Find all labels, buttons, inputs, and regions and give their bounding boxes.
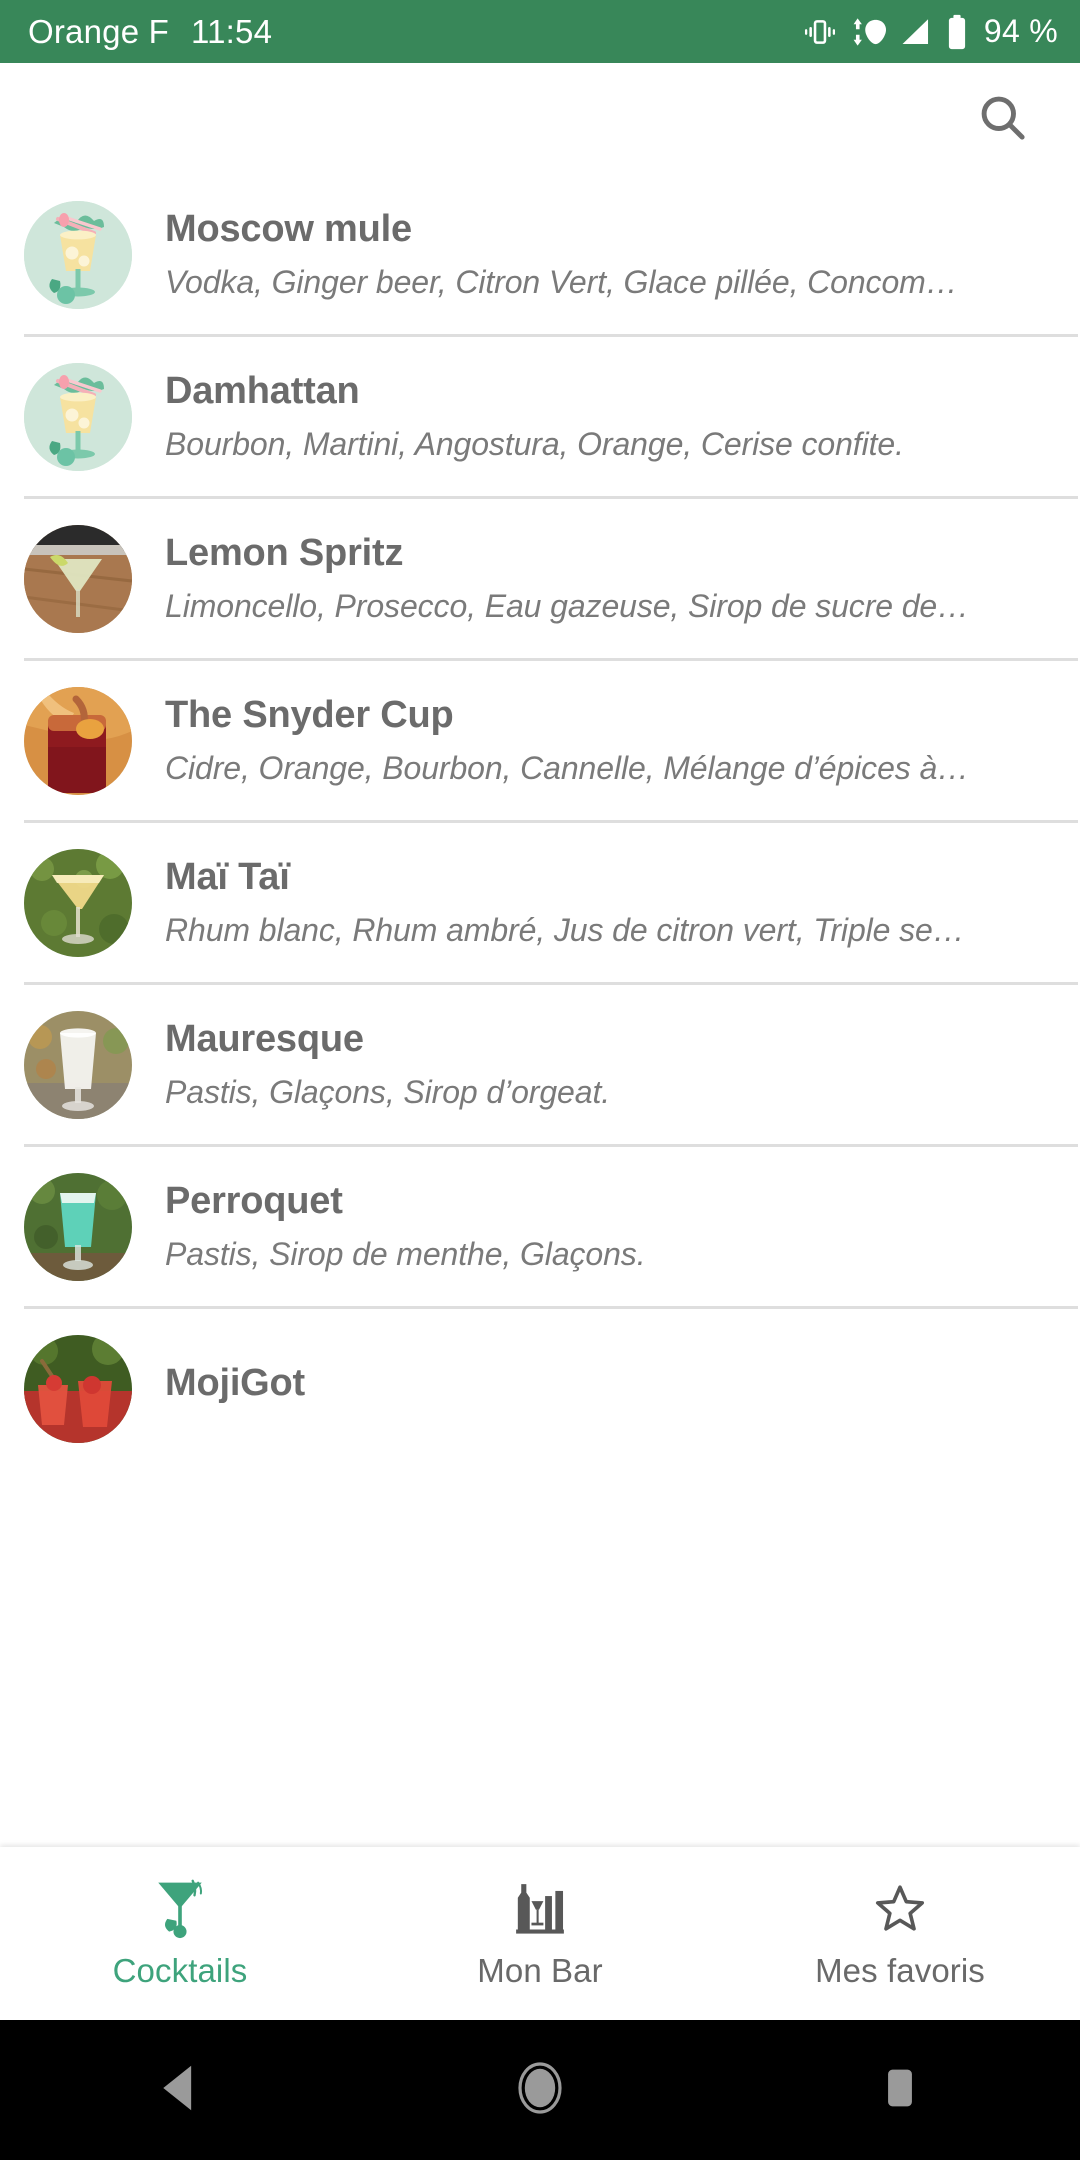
cocktail-ingredients: Limoncello, Prosecco, Eau gazeuse, Sirop… [165,588,970,625]
cocktail-thumbnail [24,1334,132,1443]
home-icon [516,2060,564,2121]
nav-tab-mon-bar[interactable]: Mon Bar [360,1847,720,2020]
list-item[interactable]: Maï Taï Rhum blanc, Rhum ambré, Jus de c… [0,823,1080,982]
cocktail-ingredients: Vodka, Ginger beer, Citron Vert, Glace p… [165,264,958,301]
home-button[interactable] [360,2020,720,2160]
cocktail-name: Moscow mule [165,207,412,250]
cocktail-ingredients: Pastis, Glaçons, Sirop d’orgeat. [165,1074,611,1111]
cocktail-list[interactable]: Moscow mule Vodka, Ginger beer, Citron V… [0,175,1080,1847]
cocktail-name: Lemon Spritz [165,531,404,574]
clock-label: 11:54 [191,12,273,50]
cocktail-ingredients: Pastis, Sirop de menthe, Glaçons. [165,1236,646,1273]
bottom-navigation: Cocktails Mon Bar Mes favoris [0,1847,1080,2020]
recents-icon [878,2062,922,2119]
vibrate-icon [803,15,837,49]
recents-button[interactable] [720,2020,1080,2160]
cocktail-name: MojiGot [165,1361,306,1404]
nav-tab-cocktails[interactable]: Cocktails [0,1847,360,2020]
list-item-text: Mauresque Pastis, Glaçons, Sirop d’orgea… [165,1017,1056,1113]
search-icon [975,90,1031,149]
cocktail-ingredients: Cidre, Orange, Bourbon, Cannelle, Mélang… [165,750,970,787]
status-bar-left: Orange F 11:54 [28,13,272,51]
list-item-text: Lemon Spritz Limoncello, Prosecco, Eau g… [165,531,1056,627]
list-item-text: Maï Taï Rhum blanc, Rhum ambré, Jus de c… [165,855,1056,951]
cocktail-thumbnail [24,200,132,309]
nav-tab-label: Mes favoris [815,1952,985,1989]
battery-icon [946,14,968,50]
battery-percent-label: 94 % [983,13,1058,49]
cocktail-name: Perroquet [165,1179,343,1222]
cocktail-name: Damhattan [165,369,360,412]
status-bar-right: 94 % [803,13,1058,50]
status-bar: Orange F 11:54 94 % [0,0,1080,63]
list-item-text: Moscow mule Vodka, Ginger beer, Citron V… [165,207,1056,303]
search-button[interactable] [964,80,1042,158]
phone-screen: Orange F 11:54 94 % Moscow mule Vodka, G… [0,0,1080,2160]
back-button[interactable] [0,2020,360,2160]
list-item[interactable]: Moscow mule Vodka, Ginger beer, Citron V… [0,175,1080,334]
list-item[interactable]: The Snyder Cup Cidre, Orange, Bourbon, C… [0,661,1080,820]
cocktail-glass-icon [151,1877,209,1939]
cocktail-thumbnail [24,686,132,795]
nav-tab-mes-favoris[interactable]: Mes favoris [720,1847,1080,2020]
list-item[interactable]: Lemon Spritz Limoncello, Prosecco, Eau g… [0,499,1080,658]
cocktail-thumbnail [24,848,132,957]
cocktail-name: Mauresque [165,1017,364,1060]
carrier-label: Orange F [28,12,169,50]
cocktail-thumbnail [24,1010,132,1119]
system-navigation-bar [0,2020,1080,2160]
nav-tab-label: Mon Bar [477,1952,603,1989]
cocktail-ingredients: Rhum blanc, Rhum ambré, Jus de citron ve… [165,912,965,949]
list-item[interactable]: Damhattan Bourbon, Martini, Angostura, O… [0,337,1080,496]
star-icon [871,1877,929,1939]
cocktail-thumbnail [24,362,132,471]
list-item[interactable]: Perroquet Pastis, Sirop de menthe, Glaço… [0,1147,1080,1306]
list-item-text: The Snyder Cup Cidre, Orange, Bourbon, C… [165,693,1056,789]
list-item[interactable]: Mauresque Pastis, Glaçons, Sirop d’orgea… [0,985,1080,1144]
nav-tab-label: Cocktails [112,1952,248,1989]
wifi-icon [850,15,886,49]
cocktail-name: The Snyder Cup [165,693,454,736]
list-item-text: MojiGot [165,1361,1056,1417]
signal-icon [899,15,933,49]
cocktail-ingredients: Bourbon, Martini, Angostura, Orange, Cer… [165,426,904,463]
list-item-text: Damhattan Bourbon, Martini, Angostura, O… [165,369,1056,465]
back-icon [157,2062,203,2119]
cocktail-name: Maï Taï [165,855,290,898]
list-item-text: Perroquet Pastis, Sirop de menthe, Glaço… [165,1179,1056,1275]
list-item[interactable]: MojiGot [0,1309,1080,1468]
app-bar [0,63,1080,175]
bottles-icon [511,1877,569,1939]
cocktail-thumbnail [24,1172,132,1281]
cocktail-thumbnail [24,524,132,633]
